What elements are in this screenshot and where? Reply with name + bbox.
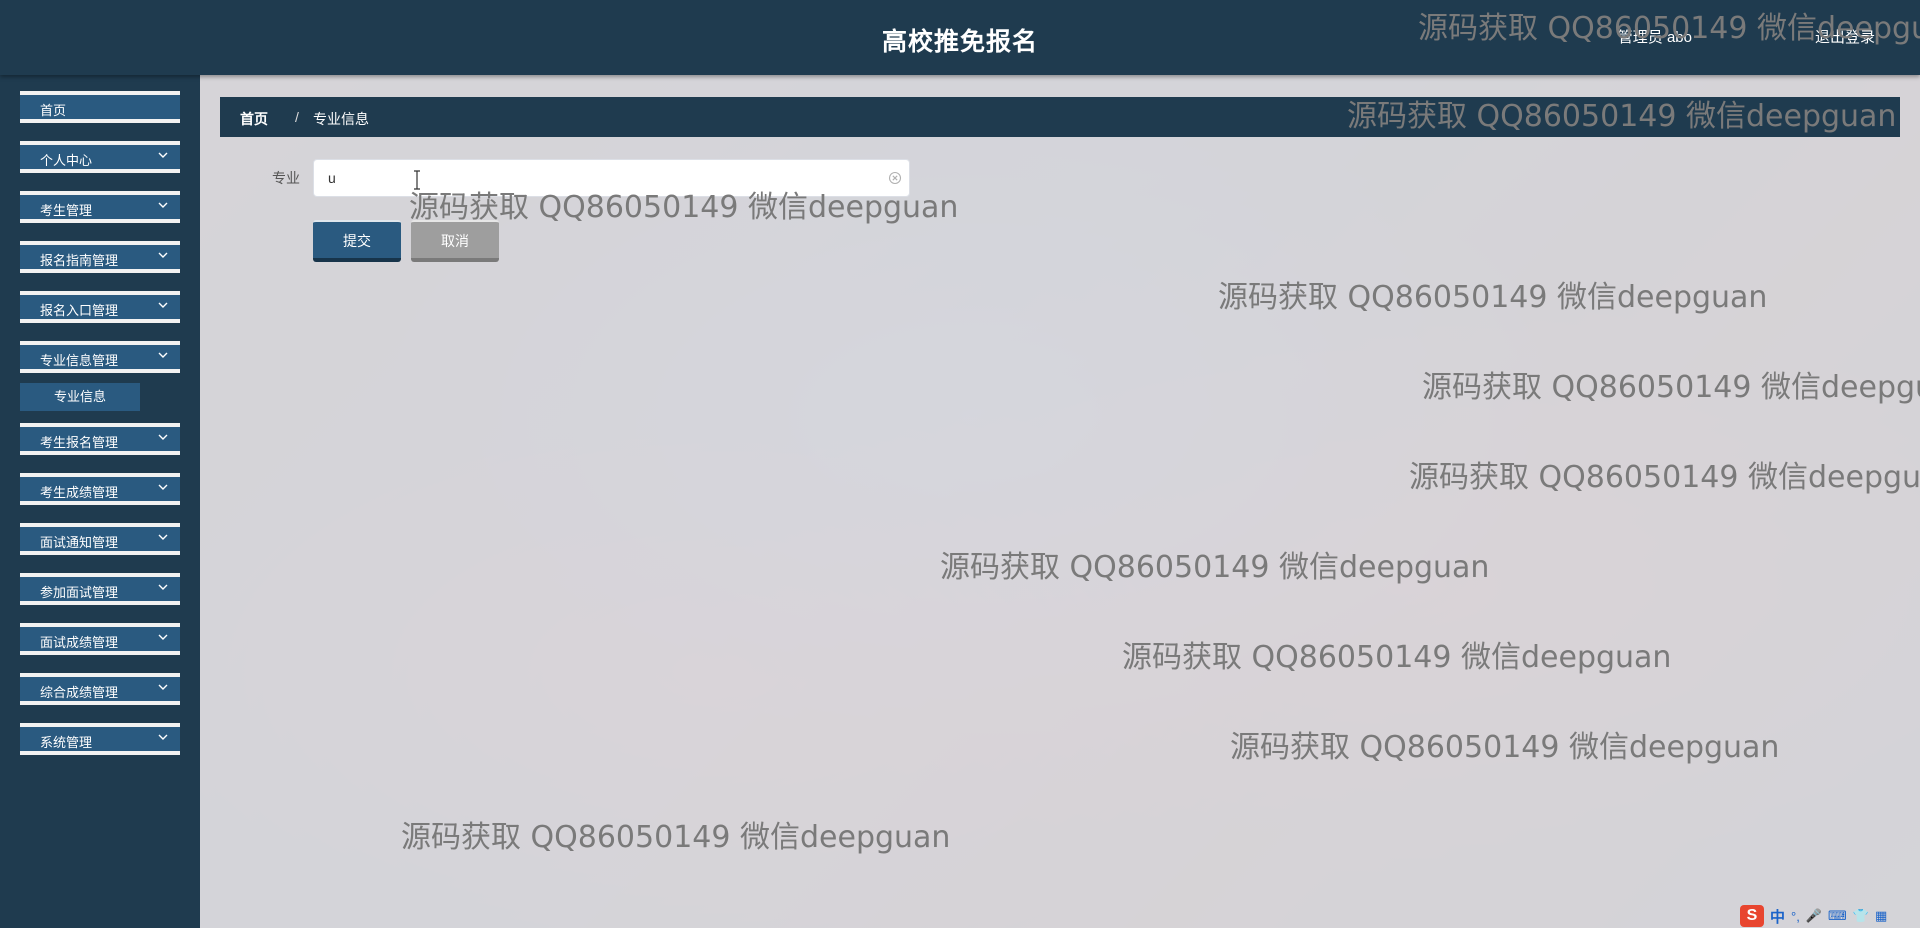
sidebar-item-label: 考生报名管理 [40, 435, 119, 450]
sidebar-item-label: 系统管理 [40, 735, 93, 750]
ime-toolbar[interactable]: S 中 °, 🎤 ⌨ 👕 ▦ [1740, 904, 1920, 928]
sidebar-item-label: 参加面试管理 [40, 585, 119, 600]
cancel-button[interactable]: 取消 [411, 220, 499, 262]
major-input[interactable] [313, 159, 910, 197]
ime-logo-icon[interactable]: S [1740, 905, 1764, 927]
sidebar-item-label: 个人中心 [40, 153, 93, 168]
keyboard-icon[interactable]: ⌨ [1828, 908, 1847, 924]
chevron-down-icon [156, 580, 170, 594]
chevron-down-icon [156, 298, 170, 312]
sidebar-item-overall-scores-mgmt[interactable]: 综合成绩管理 [20, 673, 180, 705]
skin-icon[interactable]: 👕 [1853, 908, 1869, 924]
breadcrumb: 首页 / 专业信息 [220, 97, 1900, 137]
breadcrumb-current: 专业信息 [313, 111, 369, 127]
top-header: 高校推免报名 管理员 abo 退出登录 [0, 0, 1920, 75]
ime-punctuation-toggle[interactable]: °, [1791, 909, 1800, 924]
submenu-item-major-info[interactable]: 专业信息 [20, 383, 140, 411]
sidebar-item-label: 面试通知管理 [40, 535, 119, 550]
chevron-down-icon [156, 248, 170, 262]
main-content: 首页 / 专业信息 专业 提交 取消 [200, 75, 1920, 928]
chevron-down-icon [156, 730, 170, 744]
chevron-down-icon [156, 630, 170, 644]
chevron-down-icon [156, 430, 170, 444]
sidebar-item-personal-center[interactable]: 个人中心 [20, 141, 180, 173]
sidebar-item-interview-attend-mgmt[interactable]: 参加面试管理 [20, 573, 180, 605]
sidebar-item-guide-mgmt[interactable]: 报名指南管理 [20, 241, 180, 273]
sidebar-item-scores-mgmt[interactable]: 考生成绩管理 [20, 473, 180, 505]
sidebar-item-label: 考生管理 [40, 203, 93, 218]
major-field-label: 专业 [272, 170, 300, 186]
sidebar-item-interview-scores-mgmt[interactable]: 面试成绩管理 [20, 623, 180, 655]
chevron-down-icon [156, 680, 170, 694]
sidebar-item-label: 首页 [40, 103, 67, 118]
toolbox-icon[interactable]: ▦ [1875, 908, 1887, 924]
sidebar-item-label: 报名指南管理 [40, 253, 119, 268]
submit-button[interactable]: 提交 [313, 220, 401, 262]
chevron-down-icon [156, 480, 170, 494]
sidebar-item-label: 专业信息管理 [40, 353, 119, 368]
sidebar-item-label: 考生成绩管理 [40, 485, 119, 500]
clear-input-icon[interactable] [888, 171, 902, 185]
chevron-down-icon [156, 348, 170, 362]
sidebar-item-label: 面试成绩管理 [40, 635, 119, 650]
breadcrumb-home-link[interactable]: 首页 [240, 109, 268, 129]
sidebar: 首页 个人中心 考生管理 报名指南管理 报名入口管理 专业信息管理 专业信息 考… [0, 75, 200, 928]
microphone-icon[interactable]: 🎤 [1806, 908, 1822, 924]
chevron-down-icon [156, 530, 170, 544]
background-image-overlay [200, 75, 1920, 928]
chevron-down-icon [156, 148, 170, 162]
sidebar-item-system-mgmt[interactable]: 系统管理 [20, 723, 180, 755]
sidebar-item-label: 综合成绩管理 [40, 685, 119, 700]
current-user-label: 管理员 abo [1617, 29, 1692, 46]
breadcrumb-separator: / [295, 109, 299, 125]
sidebar-item-registration-mgmt[interactable]: 考生报名管理 [20, 423, 180, 455]
sidebar-item-label: 报名入口管理 [40, 303, 119, 318]
ime-mode-toggle[interactable]: 中 [1770, 906, 1785, 927]
sidebar-item-entry-mgmt[interactable]: 报名入口管理 [20, 291, 180, 323]
sidebar-item-interview-notice-mgmt[interactable]: 面试通知管理 [20, 523, 180, 555]
sidebar-item-home[interactable]: 首页 [20, 91, 180, 123]
text-cursor-icon [413, 170, 421, 190]
chevron-down-icon [156, 198, 170, 212]
logout-link[interactable]: 退出登录 [1815, 26, 1875, 47]
sidebar-item-major-info-mgmt[interactable]: 专业信息管理 [20, 341, 180, 373]
sidebar-item-candidate-mgmt[interactable]: 考生管理 [20, 191, 180, 223]
